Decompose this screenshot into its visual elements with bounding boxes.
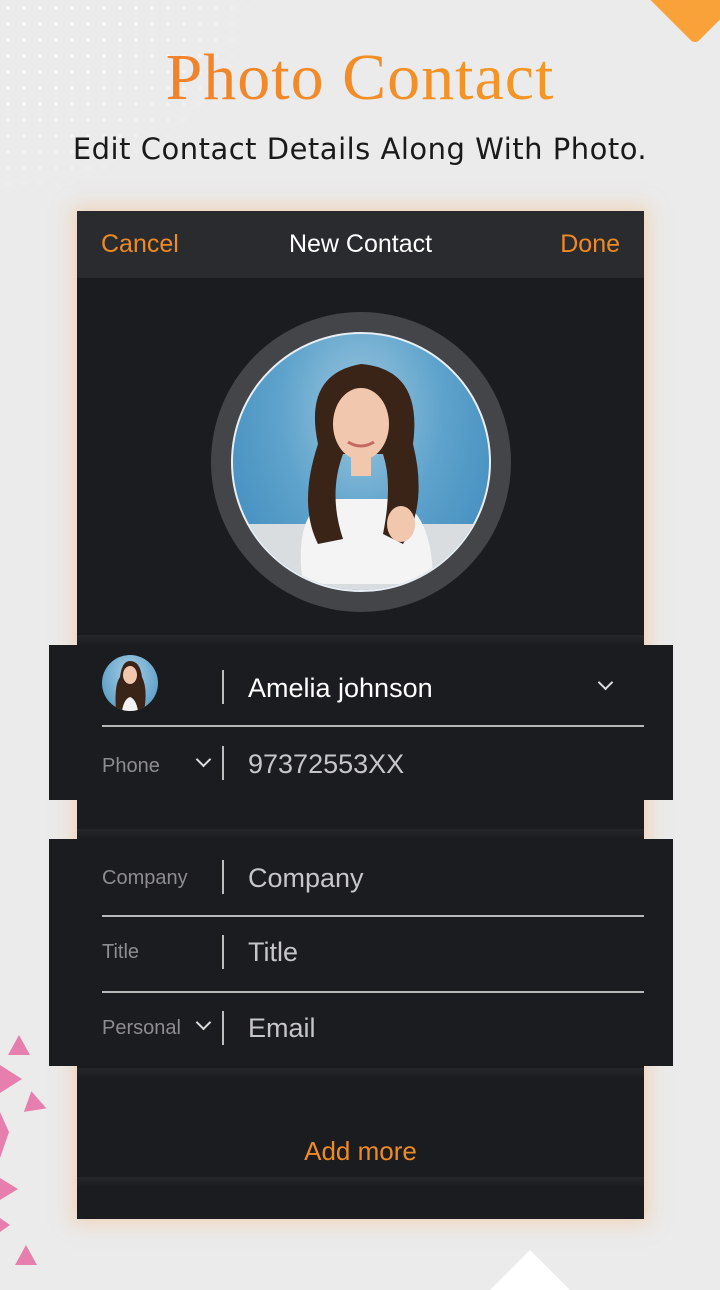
- field-separator: [222, 860, 224, 894]
- chevron-down-icon[interactable]: [195, 751, 212, 768]
- field-separator: [222, 670, 224, 704]
- field-separator: [222, 935, 224, 969]
- pink-triangle-decoration: [0, 1178, 18, 1200]
- navigation-bar: Cancel New Contact Done: [77, 211, 644, 278]
- thumbnail-portrait-icon: [115, 661, 146, 711]
- section-divider: [77, 1068, 644, 1078]
- orange-corner-triangle-decoration: [645, 0, 720, 45]
- contact-name-phone-card: Amelia johnson Phone 97372553XX: [49, 645, 673, 800]
- pink-triangle-decoration: [8, 1035, 30, 1055]
- contact-name-field[interactable]: Amelia johnson: [248, 673, 433, 704]
- email-type-label[interactable]: Personal: [102, 1017, 181, 1040]
- company-row: Company Company: [102, 839, 644, 917]
- screen-title: New Contact: [288, 230, 433, 258]
- add-more-button[interactable]: Add more: [77, 1116, 644, 1186]
- section-divider: [77, 635, 644, 645]
- title-input[interactable]: Title: [248, 937, 298, 968]
- contact-thumbnail[interactable]: [102, 655, 158, 711]
- email-input[interactable]: Email: [248, 1013, 316, 1044]
- contact-details-card: Company Company Title Title Personal Ema…: [49, 839, 673, 1066]
- pink-triangle-decoration: [0, 1065, 22, 1093]
- pink-triangle-decoration: [0, 1218, 10, 1232]
- company-label: Company: [102, 867, 188, 889]
- white-triangle-decoration: [490, 1250, 570, 1290]
- company-input[interactable]: Company: [248, 863, 364, 894]
- contact-photo-frame[interactable]: [211, 312, 511, 612]
- title-label: Title: [102, 941, 140, 963]
- name-row: Amelia johnson: [102, 645, 644, 727]
- field-separator: [222, 1011, 224, 1045]
- chevron-down-icon[interactable]: [195, 1014, 212, 1031]
- title-row: Title Title: [102, 915, 644, 993]
- email-row: Personal Email: [102, 991, 644, 1067]
- promo-subheadline: Edit Contact Details Along With Photo.: [72, 132, 648, 166]
- phone-number-field[interactable]: 97372553XX: [248, 749, 404, 780]
- field-separator: [222, 746, 224, 780]
- pink-triangle-decoration: [23, 1091, 51, 1119]
- phone-type-label[interactable]: Phone: [102, 755, 160, 778]
- promo-headline: Photo Contact: [0, 40, 720, 116]
- done-button[interactable]: Done: [560, 230, 620, 259]
- phone-row: Phone 97372553XX: [102, 727, 644, 803]
- contact-photo[interactable]: [231, 332, 491, 592]
- pink-triangle-decoration: [15, 1245, 37, 1265]
- portrait-illustration-icon: [233, 364, 489, 590]
- section-divider: [77, 829, 644, 839]
- chevron-down-icon[interactable]: [597, 674, 614, 691]
- pink-triangle-decoration: [0, 1112, 9, 1158]
